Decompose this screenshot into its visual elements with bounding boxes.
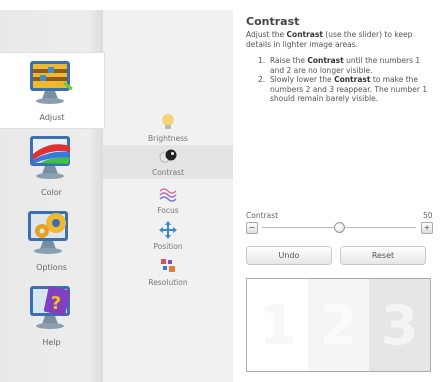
intro-text-pre: Adjust the: [246, 30, 287, 39]
position-arrows-icon: [159, 221, 177, 239]
decrease-button[interactable]: −: [246, 222, 258, 234]
adjust-monitor-icon: [30, 61, 73, 104]
increase-button[interactable]: +: [421, 222, 433, 234]
svg-text:?: ?: [51, 293, 61, 314]
step-number: 1.: [258, 56, 266, 65]
subnav-label: Brightness: [148, 134, 188, 143]
page-title: Contrast: [246, 15, 300, 28]
test-number-2: 2: [308, 279, 369, 371]
focus-waves-icon: [159, 188, 177, 202]
step-text-bold: Contrast: [307, 56, 344, 65]
nav-item-adjust[interactable]: Adjust: [0, 53, 104, 128]
nav-item-options[interactable]: Options: [0, 203, 103, 278]
step-number: 2.: [258, 75, 266, 84]
subnav-item-contrast[interactable]: Contrast: [103, 145, 233, 179]
nav-item-color[interactable]: Color: [0, 128, 103, 203]
options-monitor-icon: [28, 211, 68, 254]
nav-label: Options: [36, 263, 67, 272]
help-monitor-icon: ?: [30, 286, 71, 329]
top-band: [0, 0, 233, 10]
test-number-3: 3: [369, 279, 430, 371]
slider-value: 50: [423, 211, 433, 220]
step-text-bold: Contrast: [334, 75, 371, 84]
subnav-item-brightness[interactable]: Brightness: [103, 111, 233, 145]
slider-thumb[interactable]: [333, 222, 345, 233]
contrast-test-pattern: 1 2 3: [246, 278, 431, 372]
subnav-label: Focus: [157, 206, 179, 215]
color-monitor-icon: [30, 136, 70, 179]
instruction-step: 2. Slowly lower the Contrast to make the…: [246, 75, 432, 104]
undo-button[interactable]: Undo: [246, 246, 332, 265]
subnav-label: Resolution: [148, 278, 188, 287]
step-text-pre: Slowly lower the: [270, 75, 335, 84]
test-number-1: 1: [247, 279, 308, 371]
subnav-label: Contrast: [151, 168, 185, 177]
instruction-step: 1. Raise the Contrast until the numbers …: [246, 56, 432, 75]
resolution-squares-icon: [161, 259, 175, 272]
instruction-list: 1. Raise the Contrast until the numbers …: [246, 56, 432, 104]
intro-text-bold: Contrast: [286, 30, 323, 39]
reset-button[interactable]: Reset: [340, 246, 426, 265]
nav-item-help[interactable]: ? Help: [0, 278, 103, 353]
nav-label: Color: [41, 188, 62, 197]
intro-text: Adjust the Contrast (use the slider) to …: [246, 30, 432, 49]
lightbulb-icon: [162, 114, 174, 129]
step-text-pre: Raise the: [270, 56, 308, 65]
subnav-item-position[interactable]: Position: [103, 219, 233, 253]
nav-label: Adjust: [39, 113, 65, 122]
slider-label: Contrast: [246, 211, 279, 220]
subnav-item-resolution[interactable]: Resolution: [103, 255, 233, 289]
contrast-balls-icon: [159, 149, 177, 163]
subnav-label: Position: [153, 242, 183, 251]
nav-label: Help: [42, 338, 61, 347]
subnav-item-focus[interactable]: Focus: [103, 183, 233, 217]
